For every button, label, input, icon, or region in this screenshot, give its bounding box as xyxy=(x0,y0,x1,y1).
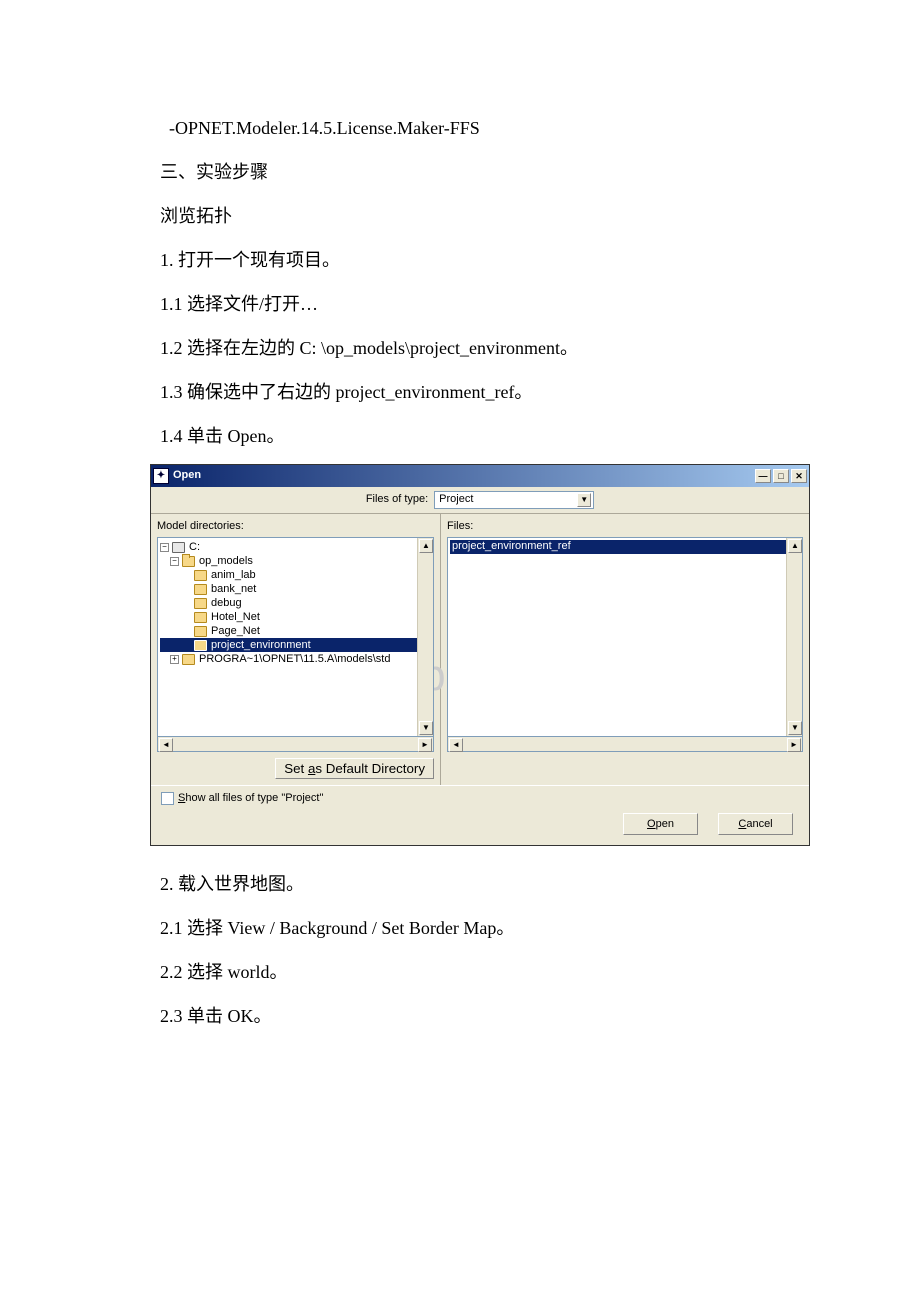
minimize-button[interactable]: — xyxy=(755,469,771,483)
close-button[interactable]: ✕ xyxy=(791,469,807,483)
chevron-down-icon: ▼ xyxy=(577,493,591,507)
folder-icon xyxy=(194,570,207,581)
step: 2.2 选择 world。 xyxy=(160,954,760,990)
label-text: how all files of type "Project" xyxy=(185,792,323,804)
tree-node[interactable]: anim_lab xyxy=(160,568,431,582)
tree-node-selected[interactable]: project_environment xyxy=(160,638,431,652)
files-label: Files: xyxy=(447,520,803,533)
drive-icon xyxy=(172,542,185,553)
folder-icon xyxy=(182,654,195,665)
tree-label: bank_net xyxy=(211,583,256,596)
file-item-selected[interactable]: project_environment_ref xyxy=(450,540,800,554)
tree-node-c[interactable]: − C: xyxy=(160,540,431,554)
btn-text: Set xyxy=(284,761,308,776)
scroll-up-icon[interactable]: ▲ xyxy=(788,539,802,553)
step: 1.3 确保选中了右边的 project_environment_ref。 xyxy=(160,374,760,410)
scroll-right-icon[interactable]: ► xyxy=(787,738,801,752)
tree-label: project_environment xyxy=(211,639,311,652)
scroll-down-icon[interactable]: ▼ xyxy=(788,721,802,735)
scroll-down-icon[interactable]: ▼ xyxy=(419,721,433,735)
tree-node-progra[interactable]: + PROGRA~1\OPNET\11.5.A\models\std xyxy=(160,652,431,666)
folder-icon xyxy=(194,640,207,651)
app-icon: ✦ xyxy=(153,468,169,484)
tree-node[interactable]: bank_net xyxy=(160,582,431,596)
text-line: 浏览拓扑 xyxy=(160,198,760,234)
show-all-files-label: Show all files of type "Project" xyxy=(178,792,323,805)
accel: C xyxy=(738,818,746,831)
vertical-scrollbar[interactable]: ▲ ▼ xyxy=(417,538,433,736)
step: 1.1 选择文件/打开… xyxy=(160,286,760,322)
model-directories-label: Model directories: xyxy=(157,520,434,533)
show-all-files-checkbox[interactable] xyxy=(161,792,174,805)
expand-icon[interactable]: + xyxy=(170,655,179,664)
step: 2.3 单击 OK。 xyxy=(160,998,760,1034)
folder-open-icon xyxy=(182,556,195,567)
directory-tree[interactable]: − C: − op_models anim_lab xyxy=(157,537,434,737)
scroll-left-icon[interactable]: ◄ xyxy=(449,738,463,752)
maximize-button[interactable]: □ xyxy=(773,469,789,483)
tree-node-opmodels[interactable]: − op_models xyxy=(160,554,431,568)
open-button[interactable]: Open xyxy=(623,813,698,835)
scroll-left-icon[interactable]: ◄ xyxy=(159,738,173,752)
step: 1. 打开一个现有项目。 xyxy=(160,242,760,278)
folder-icon xyxy=(194,584,207,595)
tree-label: PROGRA~1\OPNET\11.5.A\models\std xyxy=(199,653,390,666)
text-line: -OPNET.Modeler.14.5.License.Maker-FFS xyxy=(160,110,760,146)
titlebar: ✦ Open — □ ✕ xyxy=(151,465,809,487)
tree-node[interactable]: Hotel_Net xyxy=(160,610,431,624)
dialog-title: Open xyxy=(173,469,755,482)
accel: O xyxy=(647,818,656,831)
files-list[interactable]: project_environment_ref xyxy=(447,537,803,737)
set-default-directory-button[interactable]: Set as Default Directory xyxy=(275,758,434,779)
step: 1.4 单击 Open。 xyxy=(160,418,760,454)
tree-label: anim_lab xyxy=(211,569,256,582)
tree-label: debug xyxy=(211,597,242,610)
scroll-right-icon[interactable]: ► xyxy=(418,738,432,752)
scroll-up-icon[interactable]: ▲ xyxy=(419,539,433,553)
folder-icon xyxy=(194,598,207,609)
tree-label: C: xyxy=(189,541,200,554)
heading-steps: 三、实验步骤 xyxy=(160,154,760,190)
open-dialog: ✦ Open — □ ✕ Files of type: Project ▼ ww… xyxy=(150,464,810,846)
tree-label: Page_Net xyxy=(211,625,260,638)
horizontal-scrollbar[interactable]: ◄ ► xyxy=(447,736,803,752)
btn-text: pen xyxy=(656,818,674,831)
step: 2.1 选择 View / Background / Set Border Ma… xyxy=(160,910,760,946)
folder-icon xyxy=(194,612,207,623)
btn-text: ancel xyxy=(746,818,772,831)
files-of-type-value: Project xyxy=(439,493,473,506)
tree-node[interactable]: debug xyxy=(160,596,431,610)
collapse-icon[interactable]: − xyxy=(170,557,179,566)
step: 1.2 选择在左边的 C: \op_models\project_environ… xyxy=(160,330,760,366)
tree-label: op_models xyxy=(199,555,253,568)
cancel-button[interactable]: Cancel xyxy=(718,813,793,835)
files-of-type-label: Files of type: xyxy=(366,493,428,506)
tree-node[interactable]: Page_Net xyxy=(160,624,431,638)
vertical-scrollbar[interactable]: ▲ ▼ xyxy=(786,538,802,736)
horizontal-scrollbar[interactable]: ◄ ► xyxy=(157,736,434,752)
tree-label: Hotel_Net xyxy=(211,611,260,624)
folder-icon xyxy=(194,626,207,637)
files-of-type-row: Files of type: Project ▼ xyxy=(151,487,809,514)
collapse-icon[interactable]: − xyxy=(160,543,169,552)
files-of-type-select[interactable]: Project ▼ xyxy=(434,491,594,509)
btn-text: s Default Directory xyxy=(315,761,425,776)
step: 2. 载入世界地图。 xyxy=(160,866,760,902)
